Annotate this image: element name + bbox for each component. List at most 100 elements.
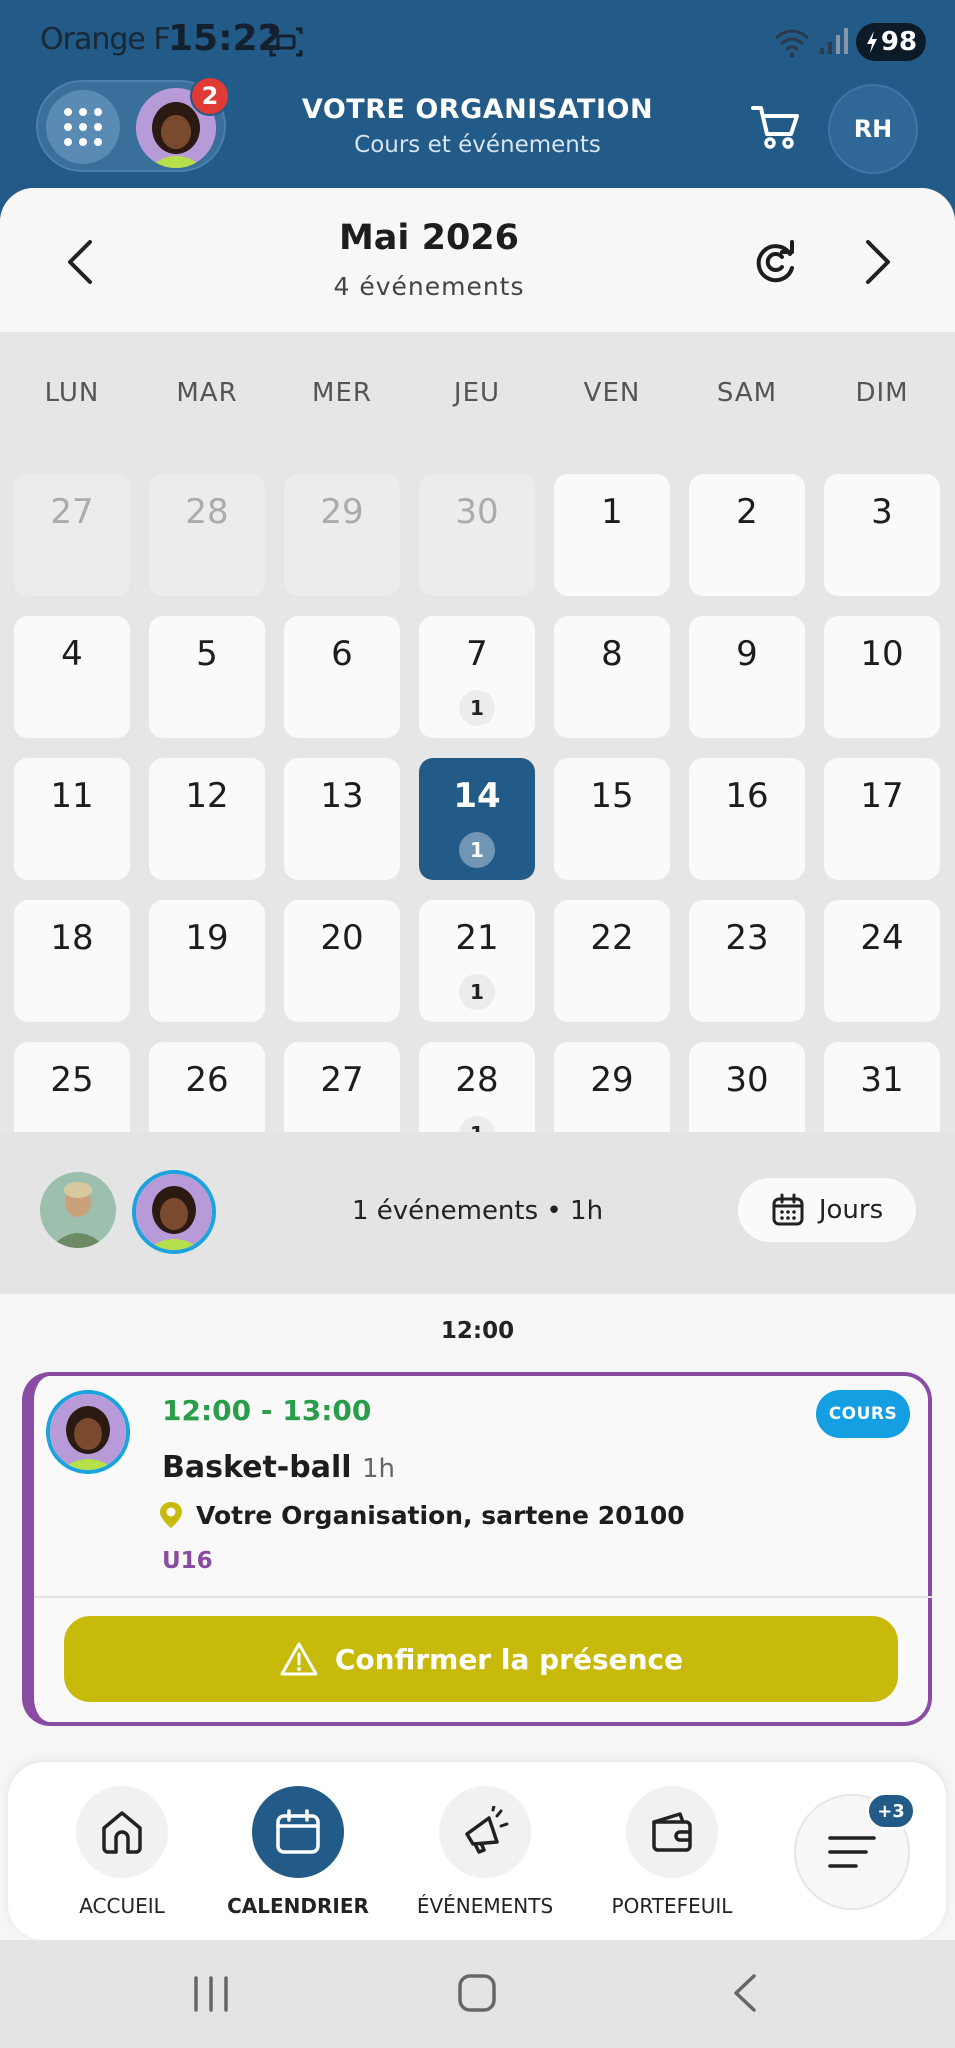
calendar-day[interactable]: 17 xyxy=(824,758,940,880)
system-navigation-bar xyxy=(0,1940,955,2048)
event-title: Basket-ball xyxy=(162,1450,352,1485)
event-group: U16 xyxy=(162,1548,213,1574)
calendar-day[interactable]: 15 xyxy=(554,758,670,880)
day-number: 3 xyxy=(871,492,893,532)
calendar-icon xyxy=(252,1786,344,1878)
month-title: Mai 2026 xyxy=(338,218,520,258)
calendar-day[interactable]: 22 xyxy=(554,900,670,1022)
home-icon xyxy=(76,1786,168,1878)
participants-filter-bar: 1 événements • 1h Jours xyxy=(0,1132,955,1294)
calendar-day[interactable]: 12 xyxy=(149,758,265,880)
day-number: 6 xyxy=(331,634,353,674)
calendar-day[interactable]: 29 xyxy=(284,474,400,596)
day-number: 11 xyxy=(50,776,94,816)
calendar-day[interactable]: 18 xyxy=(14,900,130,1022)
calendar-day[interactable]: 1 xyxy=(554,474,670,596)
calendar-day[interactable]: 71 xyxy=(419,616,535,738)
calendar-day[interactable]: 3 xyxy=(824,474,940,596)
day-number: 27 xyxy=(50,492,94,532)
event-location: Votre Organisation, sartene 20100 xyxy=(196,1500,685,1530)
battery-indicator: 98 xyxy=(856,23,926,61)
day-number: 12 xyxy=(185,776,229,816)
calendar-day[interactable]: 23 xyxy=(689,900,805,1022)
confirm-presence-button[interactable]: Confirmer la présence xyxy=(64,1616,898,1702)
calendar-day[interactable]: 30 xyxy=(419,474,535,596)
divider xyxy=(34,1596,932,1598)
day-number: 24 xyxy=(860,918,904,958)
nav-wallet[interactable]: PORTEFEUIL xyxy=(592,1780,752,1930)
view-mode-button[interactable]: Jours xyxy=(738,1178,916,1242)
calendar-day[interactable]: 21 1 xyxy=(419,900,535,1022)
menu-lines-icon xyxy=(828,1836,876,1868)
home-button-icon[interactable] xyxy=(456,1972,498,2014)
day-number: 1 xyxy=(601,492,623,532)
day-number: 20 xyxy=(320,918,364,958)
weekday-label: DIM xyxy=(855,378,909,408)
confirm-presence-label: Confirmer la présence xyxy=(334,1642,684,1676)
profile-initials-button[interactable]: RH xyxy=(828,84,918,174)
event-card[interactable]: 12:00 - 13:00 COURS Basket-ball 1h Votre… xyxy=(22,1372,932,1726)
calendar-day[interactable]: 5 xyxy=(149,616,265,738)
calendar-day[interactable]: 6 xyxy=(284,616,400,738)
today-refresh-icon[interactable] xyxy=(752,238,800,286)
nav-calendar-label: CALENDRIER xyxy=(227,1894,369,1918)
status-bar: Orange F 15:22 98 xyxy=(0,0,955,80)
next-month-icon[interactable] xyxy=(852,234,900,290)
day-number: 25 xyxy=(50,1060,94,1100)
day-number: 4 xyxy=(61,634,83,674)
weekday-label: MER xyxy=(312,378,372,408)
day-number: 27 xyxy=(320,1060,364,1100)
calendar-day[interactable]: 19 xyxy=(149,900,265,1022)
day-event-count: 1 xyxy=(459,690,495,726)
event-duration: 1h xyxy=(362,1454,396,1484)
calendar-day[interactable]: 20 xyxy=(284,900,400,1022)
day-event-count: 1 xyxy=(459,974,495,1010)
calendar-day[interactable]: 2 xyxy=(689,474,805,596)
back-button-icon[interactable] xyxy=(728,1972,764,2014)
weekday-label: JEU xyxy=(453,378,501,408)
day-number: 28 xyxy=(185,492,229,532)
day-number: 16 xyxy=(725,776,769,816)
calendar-day-selected[interactable]: 14 1 xyxy=(419,758,535,880)
weekday-label: SAM xyxy=(716,378,778,408)
nav-home[interactable]: ACCUEIL xyxy=(42,1780,202,1930)
day-number: 30 xyxy=(455,492,499,532)
event-title-row: Basket-ball 1h xyxy=(162,1450,395,1485)
nav-events[interactable]: ÉVÉNEMENTS xyxy=(405,1780,565,1930)
day-number: 21 xyxy=(455,918,499,958)
location-pin-icon xyxy=(160,1502,182,1528)
weekday-label: VEN xyxy=(583,378,641,408)
calendar-day[interactable]: 4 xyxy=(14,616,130,738)
day-number: 5 xyxy=(196,634,218,674)
day-number: 18 xyxy=(50,918,94,958)
calendar-day[interactable]: 10 xyxy=(824,616,940,738)
wallet-icon xyxy=(626,1786,718,1878)
calendar-day[interactable]: 16 xyxy=(689,758,805,880)
day-number: 29 xyxy=(590,1060,634,1100)
nav-home-label: ACCUEIL xyxy=(79,1894,165,1918)
day-number: 13 xyxy=(320,776,364,816)
day-number: 17 xyxy=(860,776,904,816)
day-number: 19 xyxy=(185,918,229,958)
day-number: 31 xyxy=(860,1060,904,1100)
calendar-day[interactable]: 11 xyxy=(14,758,130,880)
day-event-count: 1 xyxy=(459,832,495,868)
calendar-day[interactable]: 27 xyxy=(14,474,130,596)
event-type-badge: COURS xyxy=(816,1390,910,1438)
cart-icon[interactable] xyxy=(750,100,802,152)
calendar-day[interactable]: 28 xyxy=(149,474,265,596)
day-number: 10 xyxy=(860,634,904,674)
carrier-name: Orange F xyxy=(40,22,171,57)
calendar-day[interactable]: 13 xyxy=(284,758,400,880)
calendar-small-icon xyxy=(772,1193,804,1226)
recent-apps-icon[interactable] xyxy=(190,1974,232,2014)
bottom-navigation: ACCUEIL CALENDRIER ÉVÉNEMENTS PORTEFEUIL… xyxy=(8,1762,946,1940)
nav-events-label: ÉVÉNEMENTS xyxy=(416,1894,554,1918)
nav-wallet-label: PORTEFEUIL xyxy=(611,1894,733,1918)
organization-title: VOTRE ORGANISATION xyxy=(301,94,654,125)
month-navigator: Mai 2026 4 événements xyxy=(0,188,955,332)
calendar-day[interactable]: 8 xyxy=(554,616,670,738)
calendar-day[interactable]: 9 xyxy=(689,616,805,738)
nav-calendar[interactable]: CALENDRIER xyxy=(218,1780,378,1930)
calendar-day[interactable]: 24 xyxy=(824,900,940,1022)
